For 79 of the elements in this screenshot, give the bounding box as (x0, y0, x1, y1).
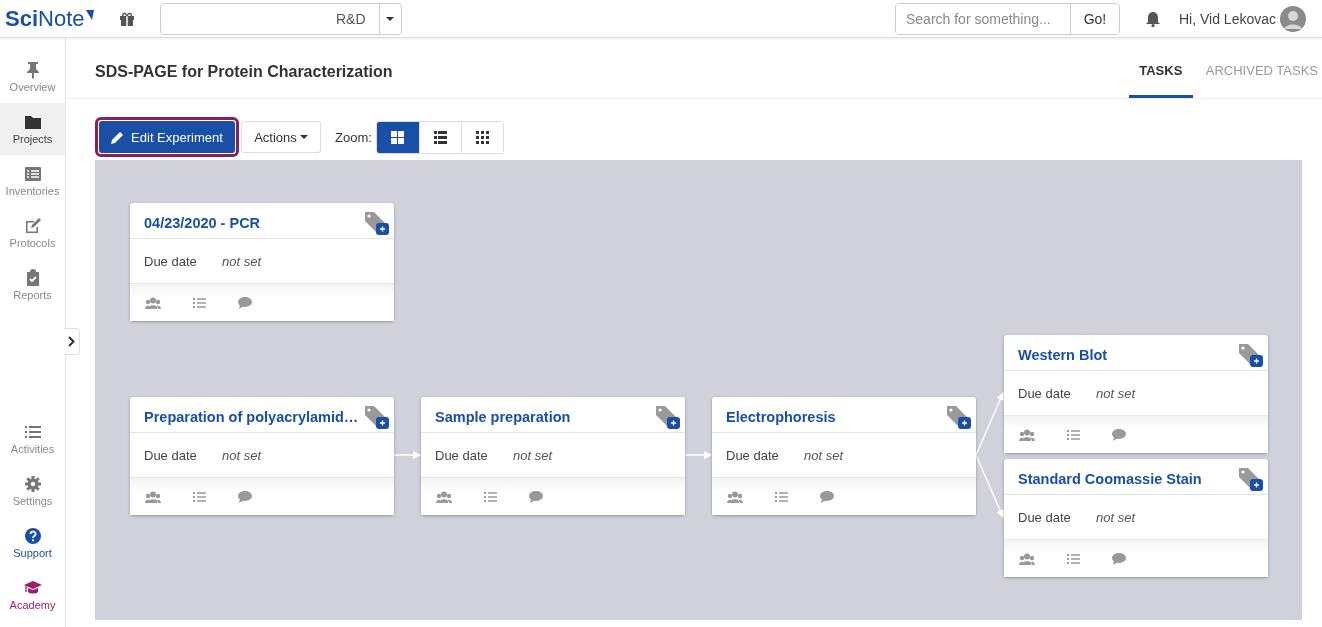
task-title[interactable]: 04/23/2020 - PCR (144, 214, 261, 231)
folder-icon (23, 113, 42, 131)
zoom-button[interactable] (376, 121, 419, 153)
list-icon[interactable] (484, 490, 497, 503)
due-date-value: not set (222, 447, 262, 463)
due-date-value: not set (513, 447, 553, 463)
sidebar-item[interactable]: Academy (0, 569, 65, 621)
zoom-label: Zoom: (335, 129, 372, 145)
due-date-label: Due date (726, 447, 780, 463)
sidebar-item[interactable]: Support (0, 517, 65, 569)
list-view-icon (433, 130, 447, 144)
edit-experiment-button[interactable]: Edit Experiment (99, 121, 235, 153)
tab[interactable]: TASKS (1128, 38, 1193, 98)
task-title[interactable]: Sample preparation (435, 408, 571, 425)
logo-mark-icon (85, 9, 94, 20)
caret-icon (299, 135, 308, 139)
due-date-label: Due date (144, 447, 198, 463)
tag-icon[interactable] (1237, 342, 1265, 370)
list-icon[interactable] (775, 490, 788, 503)
comment-icon[interactable] (1112, 552, 1126, 565)
scinote-logo[interactable]: SciNote (5, 5, 94, 32)
comment-icon[interactable] (238, 296, 252, 309)
list-icon[interactable] (1067, 552, 1080, 565)
task-title[interactable]: Electrophoresis (726, 408, 836, 425)
zoom-button[interactable] (460, 121, 503, 153)
due-date-label: Due date (435, 447, 489, 463)
sidebar-item[interactable]: Reports (0, 259, 65, 311)
list-icon (23, 165, 42, 183)
due-date-label: Due date (144, 253, 198, 269)
collapse-toggle[interactable] (64, 328, 80, 355)
comment-icon[interactable] (820, 490, 834, 503)
bell-icon[interactable] (1146, 10, 1160, 27)
sidebar-item[interactable]: Protocols (0, 207, 65, 259)
due-date-label: Due date (1018, 385, 1072, 401)
sidebar-item[interactable]: Projects (0, 103, 65, 155)
experiment-title: SDS-PAGE for Protein Characterization (95, 63, 393, 81)
settings-icon (23, 475, 42, 493)
task-title[interactable]: Preparation of polyacrylamid… (144, 408, 359, 425)
cards-view-icon (391, 130, 405, 144)
list-icon (23, 423, 42, 441)
sidebar-item[interactable]: Activities (0, 413, 65, 465)
users-icon[interactable] (727, 490, 743, 503)
due-date-value: not set (804, 447, 844, 463)
edit-icon (23, 217, 42, 235)
sidebar-item[interactable]: Settings (0, 465, 65, 517)
team-select[interactable]: R&D (159, 2, 402, 35)
pencil-icon (111, 130, 125, 144)
due-date-label: Due date (1018, 509, 1072, 525)
task-title[interactable]: Standard Coomassie Stain (1018, 470, 1202, 487)
tag-icon[interactable] (363, 210, 391, 238)
comment-icon[interactable] (529, 490, 543, 503)
caret-icon (386, 16, 394, 21)
avatar-icon[interactable] (1280, 5, 1306, 32)
grid-view-icon (475, 130, 489, 144)
help-icon (23, 527, 42, 545)
due-date-value: not set (1096, 385, 1136, 401)
list-icon[interactable] (193, 490, 206, 503)
due-date-value: not set (1096, 509, 1136, 525)
tag-icon[interactable] (945, 404, 973, 432)
list-icon[interactable] (193, 296, 206, 309)
due-date-value: not set (222, 253, 262, 269)
comment-icon[interactable] (1112, 428, 1126, 441)
tag-icon[interactable] (363, 404, 391, 432)
users-icon[interactable] (145, 490, 161, 503)
users-icon[interactable] (145, 296, 161, 309)
users-icon[interactable] (436, 490, 452, 503)
task-title[interactable]: Western Blot (1018, 346, 1108, 363)
tag-icon[interactable] (1237, 466, 1265, 494)
gift-icon[interactable] (118, 10, 135, 27)
user-greeting[interactable]: Hi, Vid Lekovac (1179, 10, 1276, 27)
list-icon[interactable] (1067, 428, 1080, 441)
tag-icon[interactable] (654, 404, 682, 432)
sidebar-item[interactable]: Overview (0, 51, 65, 103)
users-icon[interactable] (1019, 428, 1035, 441)
chevron-icon (68, 336, 75, 347)
users-icon[interactable] (1019, 552, 1035, 565)
sidebar-item[interactable]: Inventories (0, 155, 65, 207)
comment-icon[interactable] (238, 490, 252, 503)
actions-dropdown[interactable]: Actions (241, 121, 321, 153)
